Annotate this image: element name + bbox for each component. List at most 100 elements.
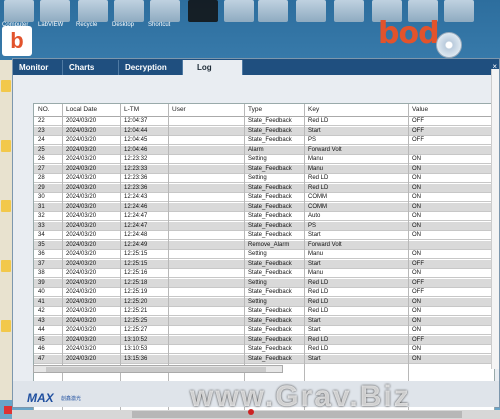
- table-row[interactable]: 35 2024/03/20 12:24:49 Remove_Alarm Forward …: [34, 240, 494, 250]
- cell-value: OFF: [412, 289, 424, 295]
- table-row[interactable]: 39 2024/03/20 12:25:18 Setting Red LD OFF: [34, 278, 494, 288]
- folder-icon[interactable]: [1, 200, 11, 212]
- cell-no: 38: [38, 270, 45, 276]
- table-row[interactable]: 43 2024/03/20 12:25:25 State_Feedback Start O…: [34, 316, 494, 326]
- table-row[interactable]: 28 2024/03/20 12:23:36 Setting Red LD ON: [34, 174, 494, 183]
- cell-type: State_Feedback: [248, 355, 292, 362]
- cell-type: Alarm: [248, 146, 264, 153]
- cell-type: State_Feedback: [248, 260, 292, 267]
- cell-type: State_Feedback: [248, 165, 292, 172]
- table-row[interactable]: 25 2024/03/20 12:04:46 Alarm Forward Volt: [34, 145, 494, 155]
- cell-local-date: 2024/03/20: [66, 213, 97, 219]
- cell-l-tm: 12:25:15: [124, 260, 148, 267]
- column-header-l-tm[interactable]: L-TM: [124, 106, 139, 113]
- column-header-value[interactable]: Value: [412, 106, 428, 113]
- cell-value: OFF: [412, 260, 424, 267]
- cell-value: OFF: [412, 118, 424, 124]
- cell-local-date: 2024/03/20: [66, 146, 97, 153]
- cell-key: Red LD: [308, 175, 329, 181]
- cell-value: ON: [412, 308, 421, 314]
- cell-l-tm: 12:24:46: [124, 203, 148, 210]
- folder-icon[interactable]: [1, 260, 11, 272]
- horizontal-scrollbar[interactable]: [33, 365, 283, 373]
- cell-value: ON: [412, 165, 421, 172]
- cell-l-tm: 12:23:32: [124, 156, 148, 162]
- folder-icon[interactable]: [1, 80, 11, 92]
- cell-l-tm: 13:10:52: [124, 336, 148, 343]
- cell-key: Manu: [308, 165, 324, 172]
- table-row[interactable]: 40 2024/03/20 12:25:19 State_Feedback Red LD…: [34, 288, 494, 297]
- tab-charts[interactable]: Charts: [63, 60, 119, 75]
- cell-no: 43: [38, 317, 45, 324]
- table-row[interactable]: 42 2024/03/20 12:25:21 State_Feedback Red LD…: [34, 307, 494, 316]
- tab-monitor[interactable]: Monitor: [13, 60, 63, 75]
- cell-local-date: 2024/03/20: [66, 308, 97, 314]
- tab-decryption[interactable]: Decryption: [119, 60, 183, 75]
- table-row[interactable]: 27 2024/03/20 12:23:33 State_Feedback Manu ON: [34, 164, 494, 174]
- table-row[interactable]: 29 2024/03/20 12:23:36 State_Feedback Red LD…: [34, 183, 494, 193]
- vertical-scrollbar[interactable]: [491, 69, 499, 369]
- cell-type: State_Feedback: [248, 289, 292, 295]
- table-row[interactable]: 32 2024/03/20 12:24:47 State_Feedback Auto ON: [34, 212, 494, 221]
- folder-icon[interactable]: [1, 320, 11, 332]
- table-row[interactable]: 23 2024/03/20 12:04:44 State_Feedback Start O…: [34, 126, 494, 136]
- column-header-type[interactable]: Type: [248, 106, 262, 113]
- cell-key: Manu: [308, 156, 324, 162]
- desktop-icon-folder[interactable]: [258, 0, 288, 22]
- scrollbar-thumb[interactable]: [132, 411, 462, 418]
- table-row[interactable]: 47 2024/03/20 13:15:36 State_Feedback Start O…: [34, 354, 494, 364]
- cell-l-tm: 12:24:47: [124, 222, 148, 229]
- table-row[interactable]: 30 2024/03/20 12:24:43 State_Feedback COMM ON: [34, 193, 494, 202]
- table-row[interactable]: 36 2024/03/20 12:25:15 Setting Manu ON: [34, 250, 494, 259]
- table-row[interactable]: 38 2024/03/20 12:25:16 State_Feedback Manu ON: [34, 269, 494, 278]
- desktop-icon-computer[interactable]: [4, 0, 34, 22]
- desktop-icon-desktop[interactable]: [114, 0, 144, 22]
- table-row[interactable]: 45 2024/03/20 13:10:52 State_Feedback Red LD…: [34, 335, 494, 345]
- cell-no: 28: [38, 175, 45, 181]
- cell-l-tm: 12:25:20: [124, 298, 148, 305]
- desktop-icon-app[interactable]: [188, 0, 218, 22]
- column-divider: [304, 104, 305, 416]
- table-row[interactable]: 44 2024/03/20 12:25:27 State_Feedback Start O…: [34, 326, 494, 335]
- desktop-icon-folder[interactable]: [224, 0, 254, 22]
- scrollbar-thumb[interactable]: [46, 367, 266, 372]
- cell-key: Start: [308, 317, 321, 324]
- cell-local-date: 2024/03/20: [66, 355, 97, 362]
- folder-icon[interactable]: [1, 140, 11, 152]
- table-header: NO. Local Date L-TM User Type Key Value: [34, 104, 494, 117]
- desktop-icon-recycle[interactable]: [78, 0, 108, 22]
- column-header-key[interactable]: Key: [308, 106, 319, 113]
- table-row[interactable]: 22 2024/03/20 12:04:37 State_Feedback Red LD…: [34, 117, 494, 126]
- desktop-icon-folder[interactable]: [296, 0, 326, 22]
- cell-no: 32: [38, 213, 45, 219]
- desktop-icon-folder[interactable]: [334, 0, 364, 22]
- cell-type: State_Feedback: [248, 270, 292, 276]
- cell-key: Red LD: [308, 289, 329, 295]
- table-row[interactable]: 46 2024/03/20 13:10:53 State_Feedback Red LD…: [34, 345, 494, 354]
- desktop-icon-labview[interactable]: [40, 0, 70, 22]
- cell-value: ON: [412, 156, 421, 162]
- cell-l-tm: 12:23:36: [124, 175, 148, 181]
- cell-type: State_Feedback: [248, 317, 292, 324]
- table-row[interactable]: 26 2024/03/20 12:23:32 Setting Manu ON: [34, 155, 494, 164]
- table-row[interactable]: 41 2024/03/20 12:25:20 Setting Red LD ON: [34, 297, 494, 307]
- cell-l-tm: 12:24:43: [124, 194, 148, 200]
- cell-local-date: 2024/03/20: [66, 279, 97, 286]
- cell-local-date: 2024/03/20: [66, 298, 97, 305]
- app-logo-letter: b: [10, 28, 24, 53]
- desktop-icon-shortcut[interactable]: [150, 0, 180, 22]
- column-header-no[interactable]: NO.: [38, 106, 50, 113]
- table-row[interactable]: 31 2024/03/20 12:24:46 State_Feedback COMM ON: [34, 202, 494, 212]
- tab-log[interactable]: Log: [183, 60, 243, 75]
- table-row[interactable]: 37 2024/03/20 12:25:15 State_Feedback Start O…: [34, 259, 494, 269]
- desktop-scrollbar[interactable]: [12, 410, 500, 419]
- table-row[interactable]: 34 2024/03/20 12:24:48 State_Feedback Start O…: [34, 231, 494, 240]
- desktop-icon-startup[interactable]: [444, 0, 474, 22]
- cell-value: ON: [412, 251, 421, 257]
- cell-local-date: 2024/03/20: [66, 118, 97, 124]
- column-header-local-date[interactable]: Local Date: [66, 106, 97, 113]
- table-row[interactable]: 24 2024/03/20 12:04:45 State_Feedback PS OFF: [34, 136, 494, 145]
- table-row[interactable]: 33 2024/03/20 12:24:47 State_Feedback PS ON: [34, 221, 494, 231]
- cell-l-tm: 12:25:27: [124, 327, 148, 333]
- column-header-user[interactable]: User: [172, 106, 186, 113]
